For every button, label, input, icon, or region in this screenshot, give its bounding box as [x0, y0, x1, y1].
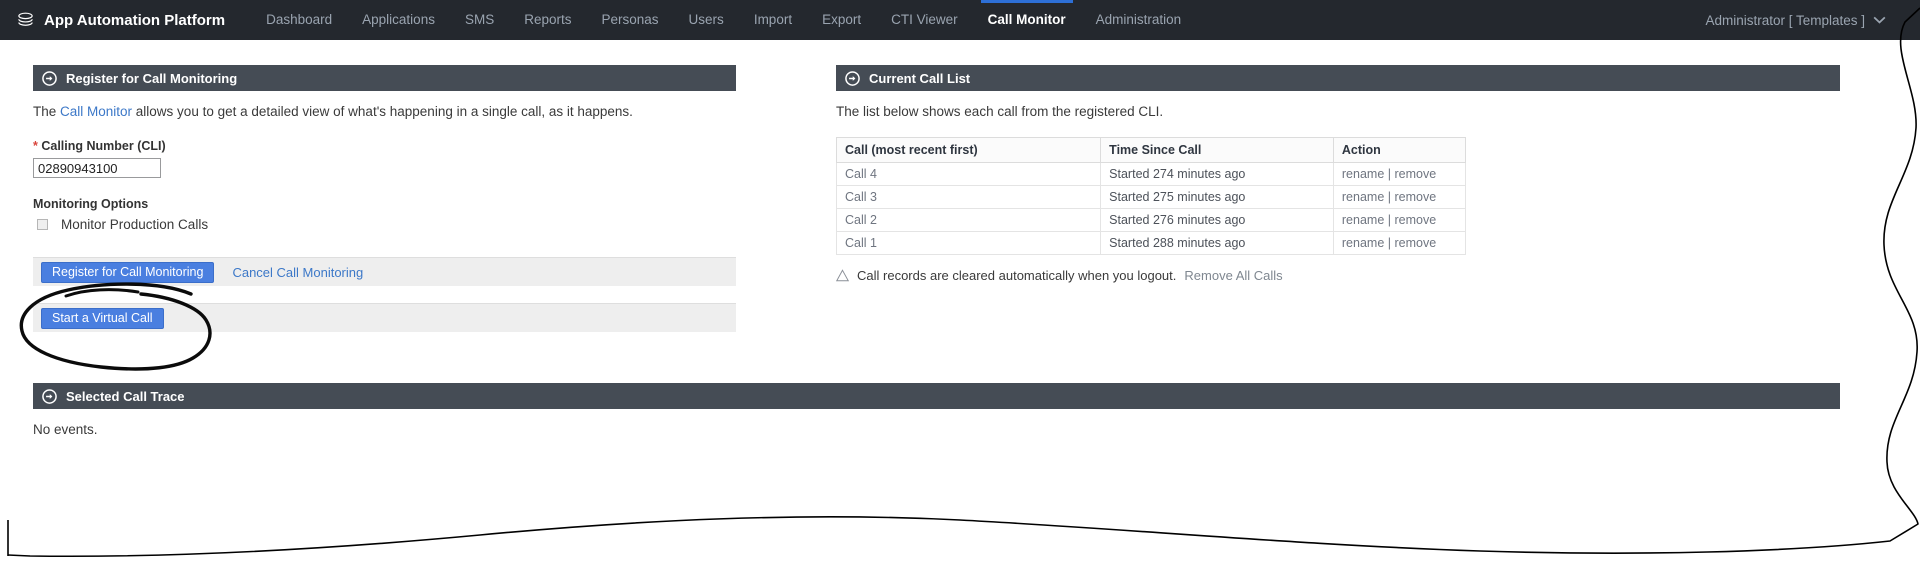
register-for-call-monitoring-panel: Register for Call Monitoring The Call Mo…	[33, 65, 736, 332]
nav-item-cti-viewer[interactable]: CTI Viewer	[876, 0, 973, 40]
register-panel-header: Register for Call Monitoring	[33, 65, 736, 91]
register-action-bar: Register for Call Monitoring Cancel Call…	[33, 257, 736, 286]
user-menu[interactable]: Administrator [ Templates ]	[1705, 13, 1920, 28]
register-panel-title: Register for Call Monitoring	[66, 70, 238, 86]
monitor-production-calls-label[interactable]: Monitor Production Calls	[61, 217, 208, 232]
virtual-call-bar: Start a Virtual Call	[33, 303, 736, 332]
column-header-time-since-call[interactable]: Time Since Call	[1100, 137, 1334, 163]
start-a-virtual-call-button[interactable]: Start a Virtual Call	[41, 307, 164, 329]
nav-item-users[interactable]: Users	[674, 0, 739, 40]
cell-call[interactable]: Call 1	[835, 231, 1102, 255]
current-call-list-table: Call (most recent first) Time Since Call…	[835, 137, 1467, 255]
intro-text-after: allows you to get a detailed view of wha…	[132, 104, 633, 119]
cell-action[interactable]: rename | remove	[1332, 162, 1467, 186]
monitor-production-calls-row[interactable]: Monitor Production Calls	[33, 217, 736, 232]
selected-call-trace-panel: Selected Call Trace No events.	[33, 383, 1840, 437]
note-text: Call records are cleared automatically w…	[857, 268, 1177, 283]
cell-action[interactable]: rename | remove	[1332, 185, 1467, 209]
table-row[interactable]: Call 2 Started 276 minutes ago rename | …	[835, 208, 1467, 232]
register-for-call-monitoring-button[interactable]: Register for Call Monitoring	[41, 261, 215, 283]
page-content: Register for Call Monitoring The Call Mo…	[0, 40, 1920, 577]
nav-item-export[interactable]: Export	[807, 0, 876, 40]
cell-action[interactable]: rename | remove	[1332, 231, 1467, 255]
nav-item-import[interactable]: Import	[739, 0, 807, 40]
call-records-note: Call records are cleared automatically w…	[836, 268, 1840, 283]
call-monitor-link[interactable]: Call Monitor	[60, 104, 132, 119]
call-trace-panel-header: Selected Call Trace	[33, 383, 1840, 409]
circle-arrow-right-icon	[42, 70, 57, 86]
nav-item-sms[interactable]: SMS	[450, 0, 509, 40]
call-trace-empty-text: No events.	[33, 422, 98, 437]
table-row[interactable]: Call 4 Started 274 minutes ago rename | …	[835, 162, 1467, 186]
call-list-panel-header: Current Call List	[836, 65, 1840, 91]
table-row[interactable]: Call 3 Started 275 minutes ago rename | …	[835, 185, 1467, 209]
table-row[interactable]: Call 1 Started 288 minutes ago rename | …	[835, 231, 1467, 255]
table-header-row: Call (most recent first) Time Since Call…	[835, 137, 1467, 163]
monitoring-options-title: Monitoring Options	[33, 197, 149, 211]
brand-label: App Automation Platform	[44, 11, 226, 29]
call-list-intro: The list below shows each call from the …	[836, 104, 1164, 119]
user-menu-label: Administrator [ Templates ]	[1705, 12, 1865, 28]
nav-item-call-monitor[interactable]: Call Monitor	[973, 0, 1081, 40]
stacked-discs-logo-icon	[18, 12, 33, 26]
circle-arrow-right-icon	[42, 388, 57, 404]
cell-time: Started 288 minutes ago	[1100, 231, 1334, 255]
circle-arrow-right-icon	[845, 70, 860, 86]
call-list-panel-body: The list below shows each call from the …	[835, 91, 1840, 283]
call-trace-panel-title: Selected Call Trace	[66, 388, 185, 404]
nav-item-applications[interactable]: Applications	[347, 0, 450, 40]
call-list-panel-title: Current Call List	[869, 70, 971, 86]
nav-item-personas[interactable]: Personas	[587, 0, 674, 40]
brand[interactable]: App Automation Platform	[0, 11, 251, 30]
column-header-action[interactable]: Action	[1332, 137, 1467, 163]
cli-input[interactable]	[33, 158, 161, 178]
cancel-call-monitoring-link[interactable]: Cancel Call Monitoring	[232, 265, 363, 280]
cell-call[interactable]: Call 4	[835, 162, 1102, 186]
intro-text-before: The	[33, 104, 61, 119]
cli-field-label: * Calling Number (CLI)	[33, 139, 736, 153]
cell-time: Started 275 minutes ago	[1100, 185, 1334, 209]
cell-time: Started 274 minutes ago	[1100, 162, 1334, 186]
cell-call[interactable]: Call 2	[835, 208, 1102, 232]
chevron-down-icon	[1873, 16, 1886, 24]
top-navbar: App Automation Platform Dashboard Applic…	[0, 0, 1920, 40]
remove-all-calls-link[interactable]: Remove All Calls	[1184, 268, 1282, 283]
required-marker: *	[33, 139, 38, 153]
cli-label-text: Calling Number (CLI)	[41, 139, 166, 153]
nav-item-reports[interactable]: Reports	[509, 0, 586, 40]
warning-triangle-icon	[836, 269, 849, 282]
cell-time: Started 276 minutes ago	[1100, 208, 1334, 232]
cell-action[interactable]: rename | remove	[1332, 208, 1467, 232]
nav-items: Dashboard Applications SMS Reports Perso…	[251, 0, 1196, 40]
column-header-call[interactable]: Call (most recent first)	[835, 137, 1102, 163]
current-call-list-panel: Current Call List The list below shows e…	[835, 65, 1840, 283]
register-panel-intro: The Call Monitor allows you to get a det…	[33, 104, 736, 119]
nav-item-dashboard[interactable]: Dashboard	[251, 0, 347, 40]
nav-item-administration[interactable]: Administration	[1081, 0, 1197, 40]
register-panel-body: The Call Monitor allows you to get a det…	[33, 91, 736, 332]
monitor-production-calls-checkbox[interactable]	[37, 219, 48, 230]
cell-call[interactable]: Call 3	[835, 185, 1102, 209]
